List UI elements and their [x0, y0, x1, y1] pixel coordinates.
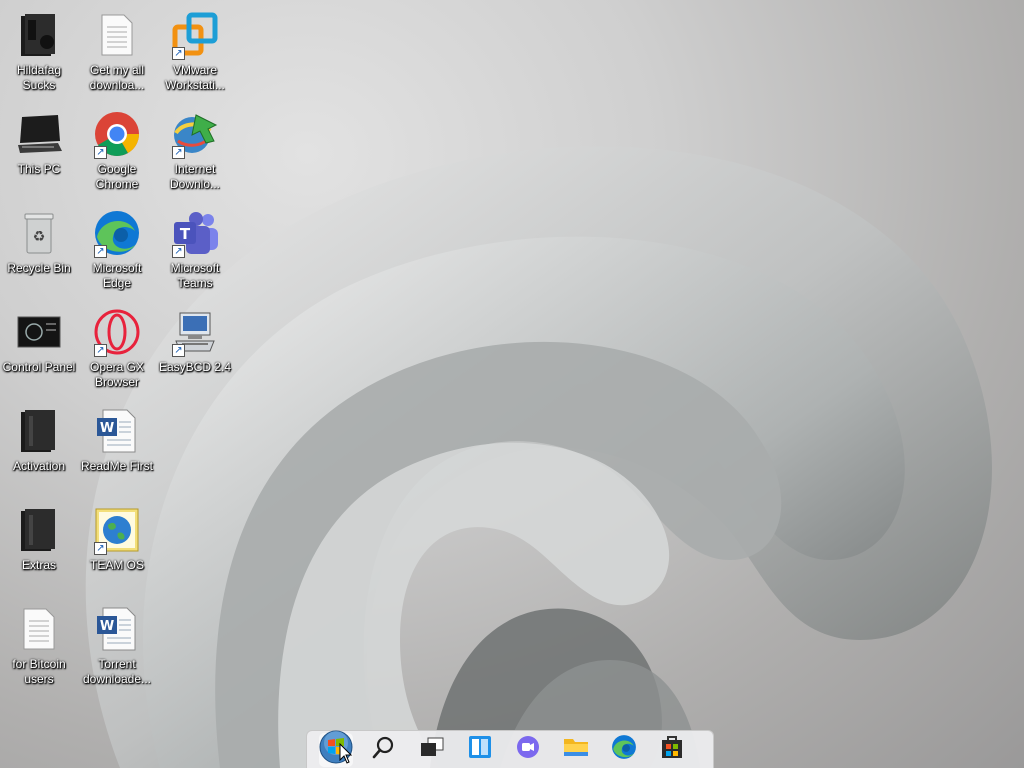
mouse-cursor-icon — [339, 742, 353, 768]
svg-text:W: W — [100, 619, 114, 634]
desktop-icon-label: Microsoft Teams — [170, 261, 220, 290]
desktop-icon-label: Microsoft Edge — [92, 261, 142, 290]
desktop-icon-label: ReadMe First — [80, 459, 154, 473]
store-icon — [660, 734, 684, 765]
shortcut-arrow-icon: ↗ — [94, 146, 107, 159]
desktop-icon-label: Torrent downloade... — [82, 657, 152, 686]
desktop-icon-label: TEAM OS — [89, 558, 144, 572]
text-document-icon — [14, 604, 64, 654]
internet-shortcut-icon: ↗ — [92, 505, 142, 555]
svg-text:W: W — [100, 421, 114, 436]
svg-text:♻: ♻ — [33, 229, 46, 245]
desktop-icon-control-panel[interactable]: Control Panel — [0, 303, 78, 399]
desktop-icon-team-os[interactable]: ↗ TEAM OS — [78, 501, 156, 597]
desktop-icon-label: Hildafag Sucks — [16, 63, 62, 92]
desktop-icon-get-my-all[interactable]: Get my all downloa... — [78, 6, 156, 102]
desktop-icon-recycle-bin[interactable]: ♻ Recycle Bin — [0, 204, 78, 300]
desktop-icon-label: Google Chrome — [95, 162, 139, 191]
shortcut-arrow-icon: ↗ — [94, 344, 107, 357]
search-icon — [372, 735, 396, 764]
shortcut-arrow-icon: ↗ — [172, 146, 185, 159]
widgets-button[interactable] — [463, 733, 497, 767]
desktop-icon-label: Get my all downloa... — [89, 63, 145, 92]
teams-chat-icon — [515, 734, 541, 765]
desktop-icon-label: EasyBCD 2.4 — [158, 360, 232, 374]
desktop-icon-edge[interactable]: ↗ Microsoft Edge — [78, 204, 156, 300]
desktop-icon-label: Control Panel — [2, 360, 76, 374]
desktop-icon-extras[interactable]: Extras — [0, 501, 78, 597]
shortcut-arrow-icon: ↗ — [94, 542, 107, 555]
shortcut-arrow-icon: ↗ — [94, 245, 107, 258]
folder-icon — [562, 735, 590, 764]
file-explorer-button[interactable] — [559, 733, 593, 767]
desktop-icon-chrome[interactable]: ↗ Google Chrome — [78, 105, 156, 201]
desktop-icon-label: This PC — [17, 162, 61, 176]
monitor-icon — [14, 109, 64, 159]
taskbar — [306, 730, 714, 768]
black-folder-icon — [14, 406, 64, 456]
desktop-icon-label: Activation — [12, 459, 66, 473]
text-document-icon — [92, 10, 142, 60]
desktop-icon-torrent[interactable]: W Torrent downloade... — [78, 600, 156, 696]
desktop-icon-vmware[interactable]: ↗ VMware Workstati... — [156, 6, 234, 102]
shortcut-arrow-icon: ↗ — [172, 47, 185, 60]
easybcd-icon: ↗ — [170, 307, 220, 357]
desktop-icon-label: Recycle Bin — [7, 261, 71, 275]
task-view-button[interactable] — [415, 733, 449, 767]
recycle-bin-icon: ♻ — [14, 208, 64, 258]
svg-text:T: T — [180, 225, 191, 243]
shortcut-arrow-icon: ↗ — [172, 245, 185, 258]
opera-gx-icon: ↗ — [92, 307, 142, 357]
internet-download-manager-icon: ↗ — [170, 109, 220, 159]
black-folder-icon — [14, 505, 64, 555]
word-document-icon: W — [92, 604, 142, 654]
edge-icon: ↗ — [92, 208, 142, 258]
desktop-icon-activation[interactable]: Activation — [0, 402, 78, 498]
desktop-icon-label: VMware Workstati... — [165, 63, 225, 92]
black-folder-icon — [14, 10, 64, 60]
store-button[interactable] — [655, 733, 689, 767]
search-button[interactable] — [367, 733, 401, 767]
task-view-icon — [419, 736, 445, 763]
chat-button[interactable] — [511, 733, 545, 767]
desktop-icon-idm[interactable]: ↗ Internet Downlo... — [156, 105, 234, 201]
desktop-icon-easybcd[interactable]: ↗ EasyBCD 2.4 — [156, 303, 234, 399]
shortcut-arrow-icon: ↗ — [172, 344, 185, 357]
control-panel-icon — [14, 307, 64, 357]
vmware-icon: ↗ — [170, 10, 220, 60]
edge-taskbar-button[interactable] — [607, 733, 641, 767]
widgets-icon — [467, 734, 493, 765]
desktop-icon-readme[interactable]: W ReadMe First — [78, 402, 156, 498]
desktop-icon-label: Internet Downlo... — [169, 162, 221, 191]
chrome-icon: ↗ — [92, 109, 142, 159]
desktop-icon-teams[interactable]: T ↗ Microsoft Teams — [156, 204, 234, 300]
desktop-icon-for-bitcoin[interactable]: for Bitcoin users — [0, 600, 78, 696]
desktop-icon-opera-gx[interactable]: ↗ Opera GX Browser — [78, 303, 156, 399]
desktop-icon-hildafag[interactable]: Hildafag Sucks — [0, 6, 78, 102]
teams-icon: T ↗ — [170, 208, 220, 258]
edge-icon — [611, 734, 637, 765]
word-document-icon: W — [92, 406, 142, 456]
desktop-icon-label: Opera GX Browser — [89, 360, 145, 389]
desktop-icon-label: for Bitcoin users — [12, 657, 66, 686]
desktop-icon-this-pc[interactable]: This PC — [0, 105, 78, 201]
desktop-icon-label: Extras — [21, 558, 56, 572]
